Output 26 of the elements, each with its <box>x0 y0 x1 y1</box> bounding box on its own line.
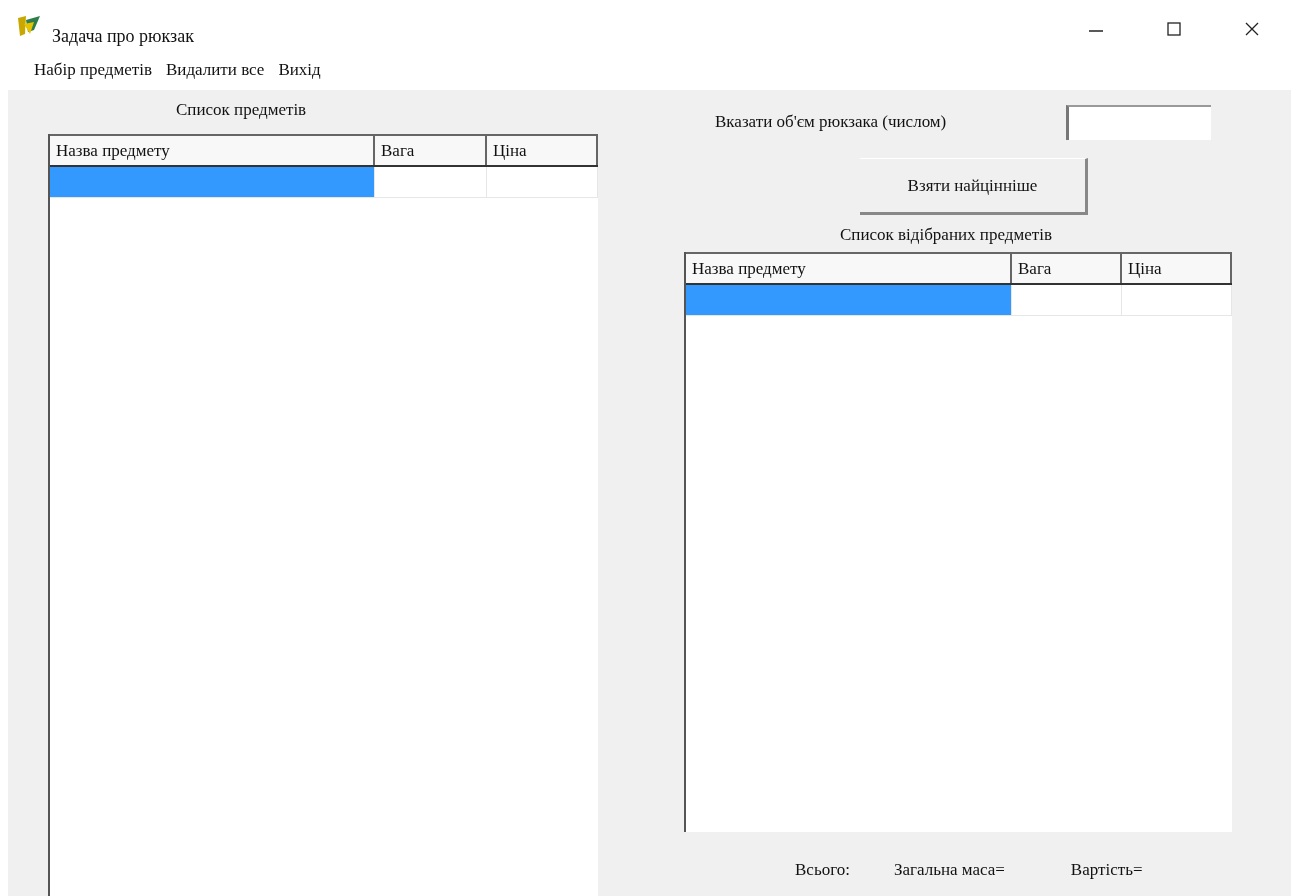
menu-item[interactable]: Видалити все <box>166 58 265 82</box>
column-header[interactable]: Назва предмету <box>50 136 375 165</box>
maximize-icon <box>1166 21 1182 37</box>
column-header[interactable]: Ціна <box>487 136 598 165</box>
list-row-cell[interactable] <box>686 285 1012 316</box>
capacity-label: Вказати об'єм рюкзака (числом) <box>715 111 947 133</box>
minimize-icon <box>1088 30 1104 32</box>
totals-label: Всього: <box>795 859 850 881</box>
app-icon <box>16 14 42 38</box>
menu-item[interactable]: Набір предметів <box>34 58 152 82</box>
column-header[interactable]: Ціна <box>1122 254 1232 283</box>
close-icon <box>1244 21 1260 37</box>
list-row-cell[interactable] <box>50 167 375 198</box>
column-header[interactable]: Вага <box>1012 254 1122 283</box>
totals-label: Вартість= <box>1070 859 1143 881</box>
list-caption: Список предметів <box>176 99 307 121</box>
list-caption: Список відібраних предметів <box>840 224 1053 246</box>
list-view[interactable]: Назва предмету Вага Ціна <box>684 252 1232 832</box>
column-header[interactable]: Назва предмету <box>686 254 1012 283</box>
capacity-input-field[interactable] <box>1066 104 1211 140</box>
list-view[interactable]: Назва предмету Вага Ціна <box>48 134 598 896</box>
column-header[interactable]: Вага <box>375 136 487 165</box>
menu-item[interactable]: Вихід <box>278 58 321 82</box>
totals-label: Загальна маса= <box>893 859 1005 881</box>
take-most-valuable-button[interactable]: Взяти найцінніше <box>860 158 1088 215</box>
window-title: Задача про рюкзак <box>52 24 194 48</box>
